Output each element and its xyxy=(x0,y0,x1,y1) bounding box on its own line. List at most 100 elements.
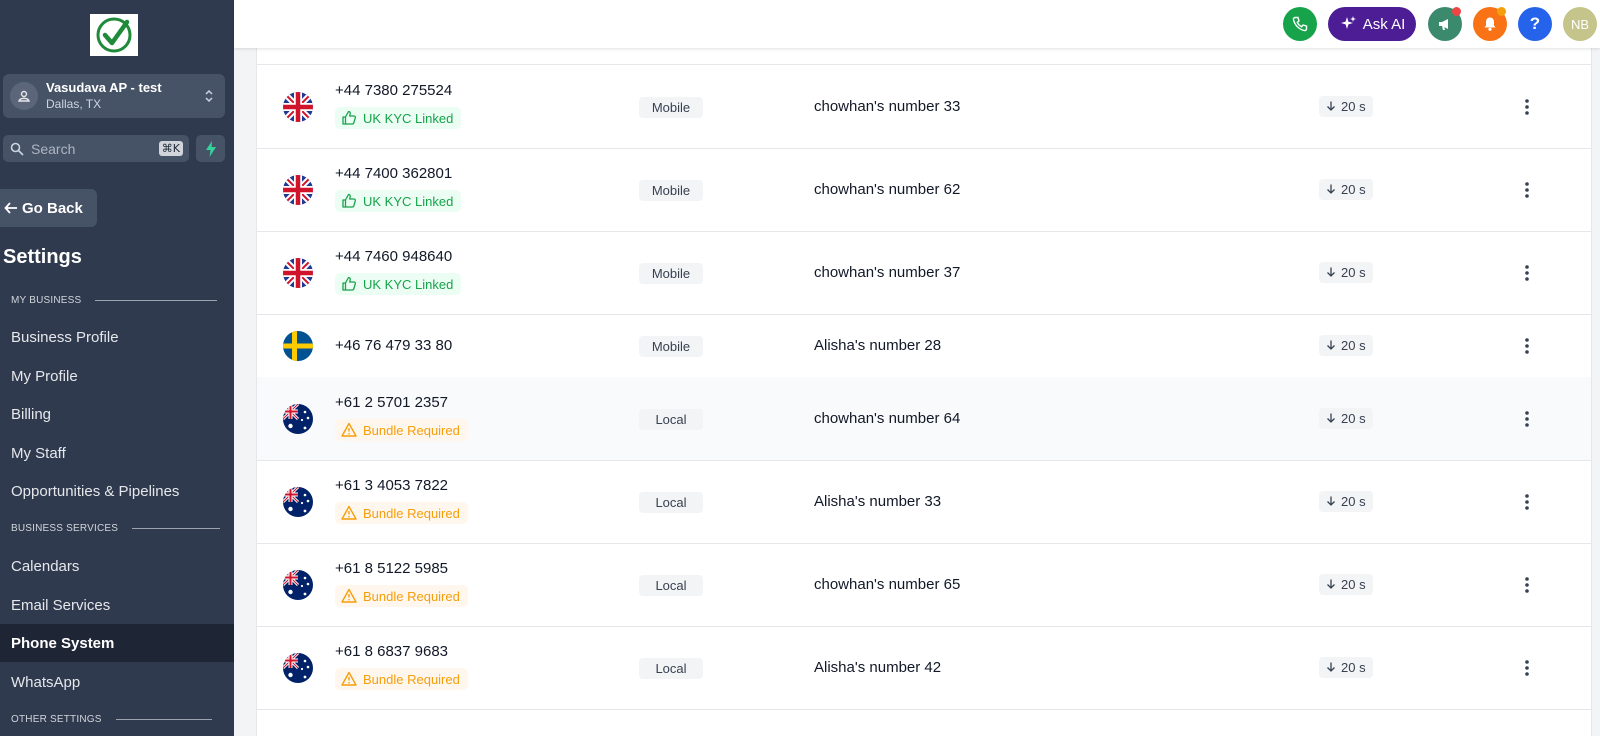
ring-duration-value: 20 s xyxy=(1341,264,1366,280)
status-badge: UK KYC Linked xyxy=(335,190,462,212)
sidebar-item-email-services[interactable]: Email Services xyxy=(0,586,234,624)
sidebar-item-business-profile[interactable]: Business Profile xyxy=(0,318,234,356)
ring-duration: 20 s xyxy=(1319,261,1373,283)
ring-duration-value: 20 s xyxy=(1341,98,1366,114)
table-row[interactable]: +46 76 479 33 80 Mobile Alisha's number 28… xyxy=(257,314,1591,378)
ring-duration-value: 20 s xyxy=(1341,493,1366,509)
checkmark-logo-icon xyxy=(96,17,132,53)
arrow-down-icon xyxy=(1327,184,1335,194)
sparkle-icon xyxy=(1340,16,1356,29)
uk-flag-icon xyxy=(283,174,313,205)
phone-numbers-list: +44 7380 275524 UK KYC Linked Mobile chowha… xyxy=(256,48,1592,736)
number-name: chowhan's number 37 xyxy=(814,263,961,281)
phone-number: +61 2 5701 2357 xyxy=(335,394,449,411)
arrow-down-icon xyxy=(1327,579,1335,589)
warning-icon xyxy=(341,422,357,437)
search-placeholder: Search xyxy=(31,140,76,157)
quick-actions-button[interactable] xyxy=(196,135,225,162)
au-flag-icon xyxy=(283,403,313,434)
number-name: Alisha's number 33 xyxy=(814,492,942,510)
ring-duration: 20 s xyxy=(1319,490,1373,512)
row-actions-button[interactable] xyxy=(1517,263,1537,283)
row-actions-button[interactable] xyxy=(1517,409,1537,429)
phone-icon xyxy=(1292,16,1308,32)
sidebar-item-calendars[interactable]: Calendars xyxy=(0,547,234,585)
table-row[interactable]: +44 7460 948640 UK KYC Linked Mobile chowha… xyxy=(257,231,1591,315)
section-other-settings: OTHER SETTINGS xyxy=(11,714,212,725)
table-row[interactable]: +61 8 5122 5985 Bundle Required Local chowh… xyxy=(257,543,1591,627)
go-back-button[interactable]: Go Back xyxy=(0,189,97,227)
phone-dialer-button[interactable] xyxy=(1283,7,1317,41)
row-actions-button[interactable] xyxy=(1517,97,1537,117)
ask-ai-label: Ask AI xyxy=(1362,15,1406,33)
kebab-menu-icon xyxy=(1525,576,1529,593)
ring-duration: 20 s xyxy=(1319,334,1373,356)
table-row[interactable]: +61 8 6837 9683 Bundle Required Local Alish… xyxy=(257,626,1591,710)
bell-icon xyxy=(1484,17,1496,31)
status-badge-label: UK KYC Linked xyxy=(363,110,454,126)
account-name: Vasudava AP - test xyxy=(46,80,162,95)
announcements-notification-dot xyxy=(1452,7,1461,16)
ask-ai-button[interactable]: Ask AI xyxy=(1328,7,1416,41)
au-flag-icon xyxy=(283,569,313,600)
row-actions-button[interactable] xyxy=(1517,492,1537,512)
row-actions-button[interactable] xyxy=(1517,658,1537,678)
status-badge-label: Bundle Required xyxy=(363,671,460,687)
warning-icon xyxy=(341,671,357,686)
number-type: Local xyxy=(639,657,703,679)
status-badge: Bundle Required xyxy=(335,419,468,441)
arrow-down-icon xyxy=(1327,662,1335,672)
kebab-menu-icon xyxy=(1525,264,1529,281)
sidebar-item-phone-system[interactable]: Phone System xyxy=(0,624,234,662)
phone-number: +61 8 6837 9683 xyxy=(335,643,449,660)
row-actions-button[interactable] xyxy=(1517,575,1537,595)
phone-number: +44 7460 948640 xyxy=(335,248,453,265)
go-back-label: Go Back xyxy=(22,199,83,217)
number-type: Local xyxy=(639,408,703,430)
account-switcher[interactable]: Vasudava AP - test Dallas, TX xyxy=(3,74,225,118)
row-actions-button[interactable] xyxy=(1517,180,1537,200)
ring-duration-value: 20 s xyxy=(1341,659,1366,675)
sidebar-item-my-profile[interactable]: My Profile xyxy=(0,357,234,395)
phone-number: +61 8 5122 5985 xyxy=(335,560,449,577)
ring-duration-value: 20 s xyxy=(1341,181,1366,197)
number-type: Local xyxy=(639,491,703,513)
company-logo[interactable] xyxy=(90,14,138,56)
location-icon xyxy=(10,82,38,110)
megaphone-icon xyxy=(1439,19,1448,30)
number-name: Alisha's number 28 xyxy=(814,336,942,354)
sidebar-item-my-staff[interactable]: My Staff xyxy=(0,434,234,472)
table-row[interactable]: +61 2 5701 2357 Bundle Required Local chowh… xyxy=(257,377,1591,461)
number-name: Alisha's number 42 xyxy=(814,658,942,676)
search-input[interactable]: Search ⌘K xyxy=(3,135,189,162)
sidebar-item-opportunities-pipelines[interactable]: Opportunities & Pipelines xyxy=(0,472,234,510)
row-actions-button[interactable] xyxy=(1517,336,1537,356)
au-flag-icon xyxy=(283,486,313,517)
thumbs-up-icon xyxy=(342,276,357,291)
phone-number: +46 76 479 33 80 xyxy=(335,336,453,354)
sidebar-item-billing[interactable]: Billing xyxy=(0,395,234,433)
ring-duration-value: 20 s xyxy=(1341,410,1366,426)
section-business-services: BUSINESS SERVICES xyxy=(11,523,221,534)
sidebar-item-whatsapp[interactable]: WhatsApp xyxy=(0,663,234,701)
user-avatar[interactable]: NB xyxy=(1563,7,1597,41)
table-row[interactable]: +44 7400 362801 UK KYC Linked Mobile chowha… xyxy=(257,148,1591,232)
arrow-down-icon xyxy=(1327,340,1335,350)
search-shortcut: ⌘K xyxy=(158,141,183,156)
section-my-business: MY BUSINESS xyxy=(11,295,218,306)
help-button[interactable]: ? xyxy=(1518,7,1552,41)
warning-icon xyxy=(341,588,357,603)
arrow-down-icon xyxy=(1327,101,1335,111)
arrow-down-icon xyxy=(1327,267,1335,277)
number-type: Mobile xyxy=(639,262,703,284)
thumbs-up-icon xyxy=(342,193,357,208)
notifications-dot xyxy=(1497,7,1506,16)
table-row[interactable]: +44 7380 275524 UK KYC Linked Mobile chowha… xyxy=(257,65,1591,149)
table-row[interactable]: +61 3 4053 7822 Bundle Required Local Alish… xyxy=(257,460,1591,544)
status-badge-label: UK KYC Linked xyxy=(363,193,454,209)
phone-number: +44 7400 362801 xyxy=(335,165,453,182)
account-location: Dallas, TX xyxy=(46,97,102,111)
status-badge-label: Bundle Required xyxy=(363,588,460,604)
kebab-menu-icon xyxy=(1525,493,1529,510)
sidebar: Vasudava AP - test Dallas, TX Search ⌘K … xyxy=(0,0,234,736)
